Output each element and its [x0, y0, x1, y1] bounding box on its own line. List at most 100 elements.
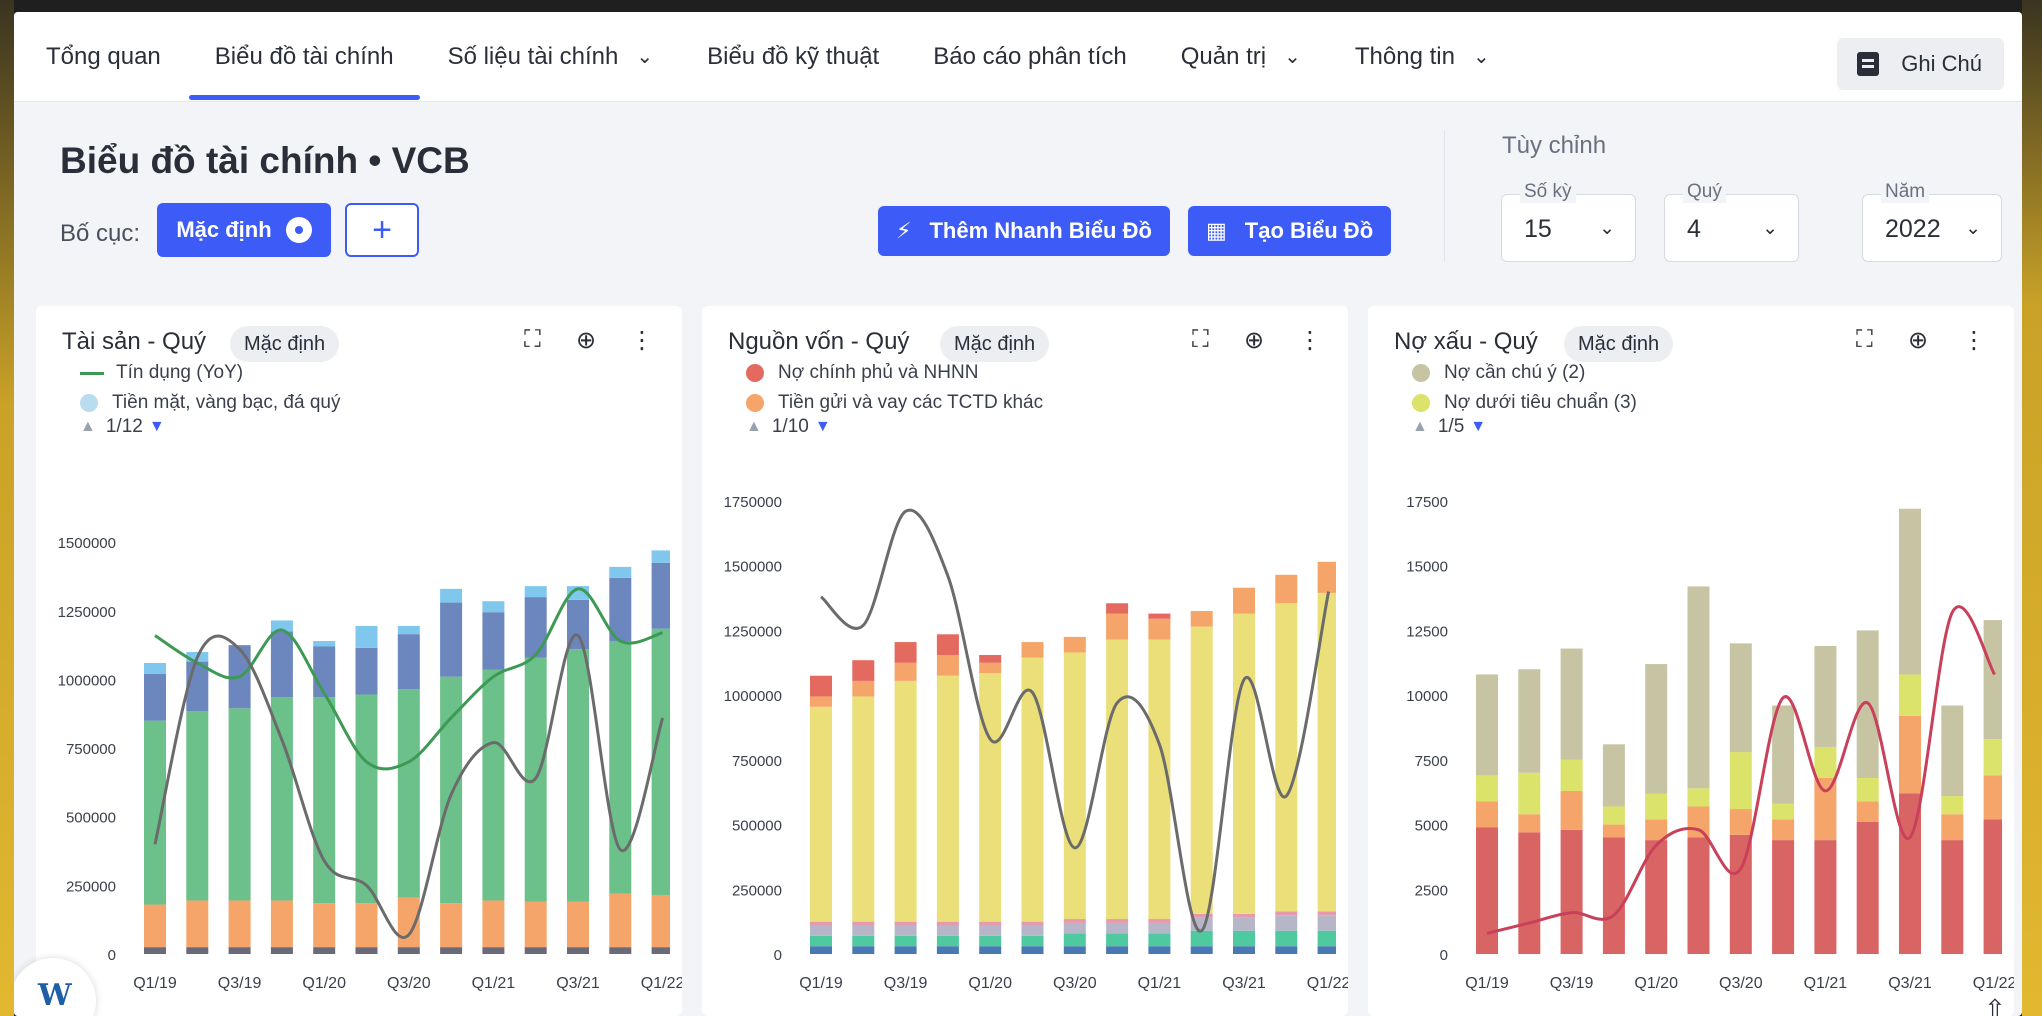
y-tick-label: 0	[774, 947, 782, 964]
note-icon	[1857, 52, 1880, 76]
page-header: Biểu đồ tài chính • VCB Bố cục: Mặc định…	[14, 102, 2022, 304]
add-layout-button[interactable]: +	[345, 203, 419, 257]
layout-default-label: Mặc định	[176, 217, 272, 242]
bar-segment	[186, 947, 209, 954]
bar-segment	[1518, 814, 1541, 833]
chevron-down-icon: ⌄	[1284, 46, 1301, 68]
bar-segment	[1106, 919, 1129, 923]
year-select[interactable]: Năm 2022 ⌄	[1862, 181, 2002, 262]
create-chart-button[interactable]: ▦ Tạo Biểu Đồ	[1188, 206, 1392, 256]
bar-segment	[482, 900, 505, 948]
bar-segment	[1190, 930, 1213, 947]
bar-segment	[397, 634, 420, 690]
bar-segment	[1560, 648, 1583, 760]
liabilities-chart: 0 250000 500000 750000 1000000 1250000 1500000…	[724, 494, 1348, 992]
bar-segment	[1317, 915, 1336, 931]
bar-segment	[810, 935, 832, 947]
plus-icon: +	[372, 210, 392, 249]
bar-segment	[1317, 946, 1336, 954]
bar-segment	[1063, 922, 1086, 934]
period-count-select[interactable]: Số kỳ 15 ⌄	[1501, 181, 1636, 262]
bar-segment	[524, 947, 547, 954]
nav-label: Tổng quan	[46, 42, 161, 70]
layout-default-button[interactable]: Mặc định	[157, 203, 331, 257]
bar-segment	[651, 628, 670, 895]
y-tick-label: 750000	[732, 753, 782, 770]
bar-segment	[1148, 613, 1171, 619]
nav-bieu-do-tai-chinh[interactable]: Biểu đồ tài chính	[188, 12, 420, 102]
bar-segment	[1814, 777, 1837, 841]
quick-add-chart-button[interactable]: ⚡︎ Thêm Nhanh Biểu Đồ	[878, 206, 1170, 256]
plot-area	[1476, 508, 2002, 954]
x-tick-label: Q3/19	[218, 975, 262, 992]
bar-segment	[1941, 840, 1964, 954]
bar-segment	[440, 947, 463, 954]
bar-segment	[1729, 643, 1752, 753]
y-tick-label: 500000	[732, 818, 782, 835]
bar-segment	[567, 649, 589, 902]
bar-segment	[936, 925, 959, 936]
bar-segment	[524, 586, 547, 598]
bar-segment	[979, 935, 1002, 947]
bar-segment	[1645, 793, 1668, 820]
bar-segment	[1941, 705, 1964, 797]
bar-segment	[1772, 840, 1795, 954]
bar-segment	[355, 947, 378, 954]
bar-segment	[1275, 915, 1298, 931]
bar-segment	[1814, 840, 1837, 954]
lightning-icon: ⚡︎	[896, 218, 912, 243]
bar-segment	[894, 662, 917, 681]
quarter-select[interactable]: Quý 4 ⌄	[1664, 181, 1799, 262]
y-tick-label: 0	[108, 947, 116, 964]
select-label: Quý	[1683, 181, 1726, 203]
nav-thong-tin[interactable]: Thông tin ⌄	[1355, 12, 1490, 102]
bar-segment	[270, 900, 293, 948]
bar-segment	[397, 625, 420, 635]
bar-segment	[936, 655, 959, 676]
y-tick-label: 15000	[1406, 559, 1448, 576]
nav-tong-quan[interactable]: Tổng quan	[46, 12, 161, 102]
nav-bao-cao-phan-tich[interactable]: Báo cáo phân tích	[933, 12, 1126, 102]
nav-bieu-do-ky-thuat[interactable]: Biểu đồ kỹ thuật	[707, 12, 879, 102]
bar-segment	[1106, 613, 1129, 640]
note-button[interactable]: Ghi Chú	[1837, 38, 2004, 90]
nav-quan-tri[interactable]: Quản trị ⌄	[1181, 12, 1301, 102]
bar-segment	[1687, 806, 1710, 838]
bar-segment	[397, 689, 420, 898]
bar-segment	[1233, 587, 1255, 614]
bar-segment	[852, 921, 875, 926]
plot-area	[144, 550, 670, 954]
bar-segment	[1772, 819, 1795, 841]
y-tick-label: 1500000	[724, 559, 782, 576]
bar-segment	[1518, 669, 1541, 773]
y-tick-label: 250000	[732, 882, 782, 899]
scroll-top-icon[interactable]: ⇧	[1984, 994, 2014, 1016]
y-tick-label: 1000000	[724, 688, 782, 705]
bar-segment	[1560, 790, 1583, 830]
nav-so-lieu-tai-chinh[interactable]: Số liệu tài chính ⌄	[448, 12, 654, 102]
bar-segment	[1476, 827, 1498, 954]
bar-segment	[1021, 925, 1044, 936]
bar-segment	[1148, 933, 1171, 947]
assets-chart: 0 250000 500000 750000 1000000 1250000 1500000…	[58, 535, 682, 992]
bar-segment	[1518, 772, 1541, 815]
bar-segment	[979, 946, 1002, 954]
bar-segment	[482, 601, 505, 613]
bar-segment	[482, 669, 505, 901]
bar-segment	[397, 947, 420, 954]
bar-segment	[1687, 788, 1710, 807]
bar-segment	[1983, 819, 2002, 954]
y-tick-label: 500000	[66, 810, 116, 827]
bar-segment	[1729, 809, 1752, 835]
select-value: 15	[1524, 215, 1552, 243]
x-tick-label: Q3/19	[884, 975, 928, 992]
bar-segment	[1021, 921, 1044, 926]
bar-segment	[440, 588, 463, 603]
x-tick-label: Q1/22	[1307, 975, 1348, 992]
y-tick-label: 10000	[1406, 688, 1448, 705]
chevron-down-icon: ⌄	[636, 46, 654, 68]
bar-segment	[1899, 508, 1921, 675]
bar-segment	[936, 634, 959, 656]
bar-segment	[852, 680, 875, 697]
x-tick-label: Q1/19	[133, 975, 177, 992]
